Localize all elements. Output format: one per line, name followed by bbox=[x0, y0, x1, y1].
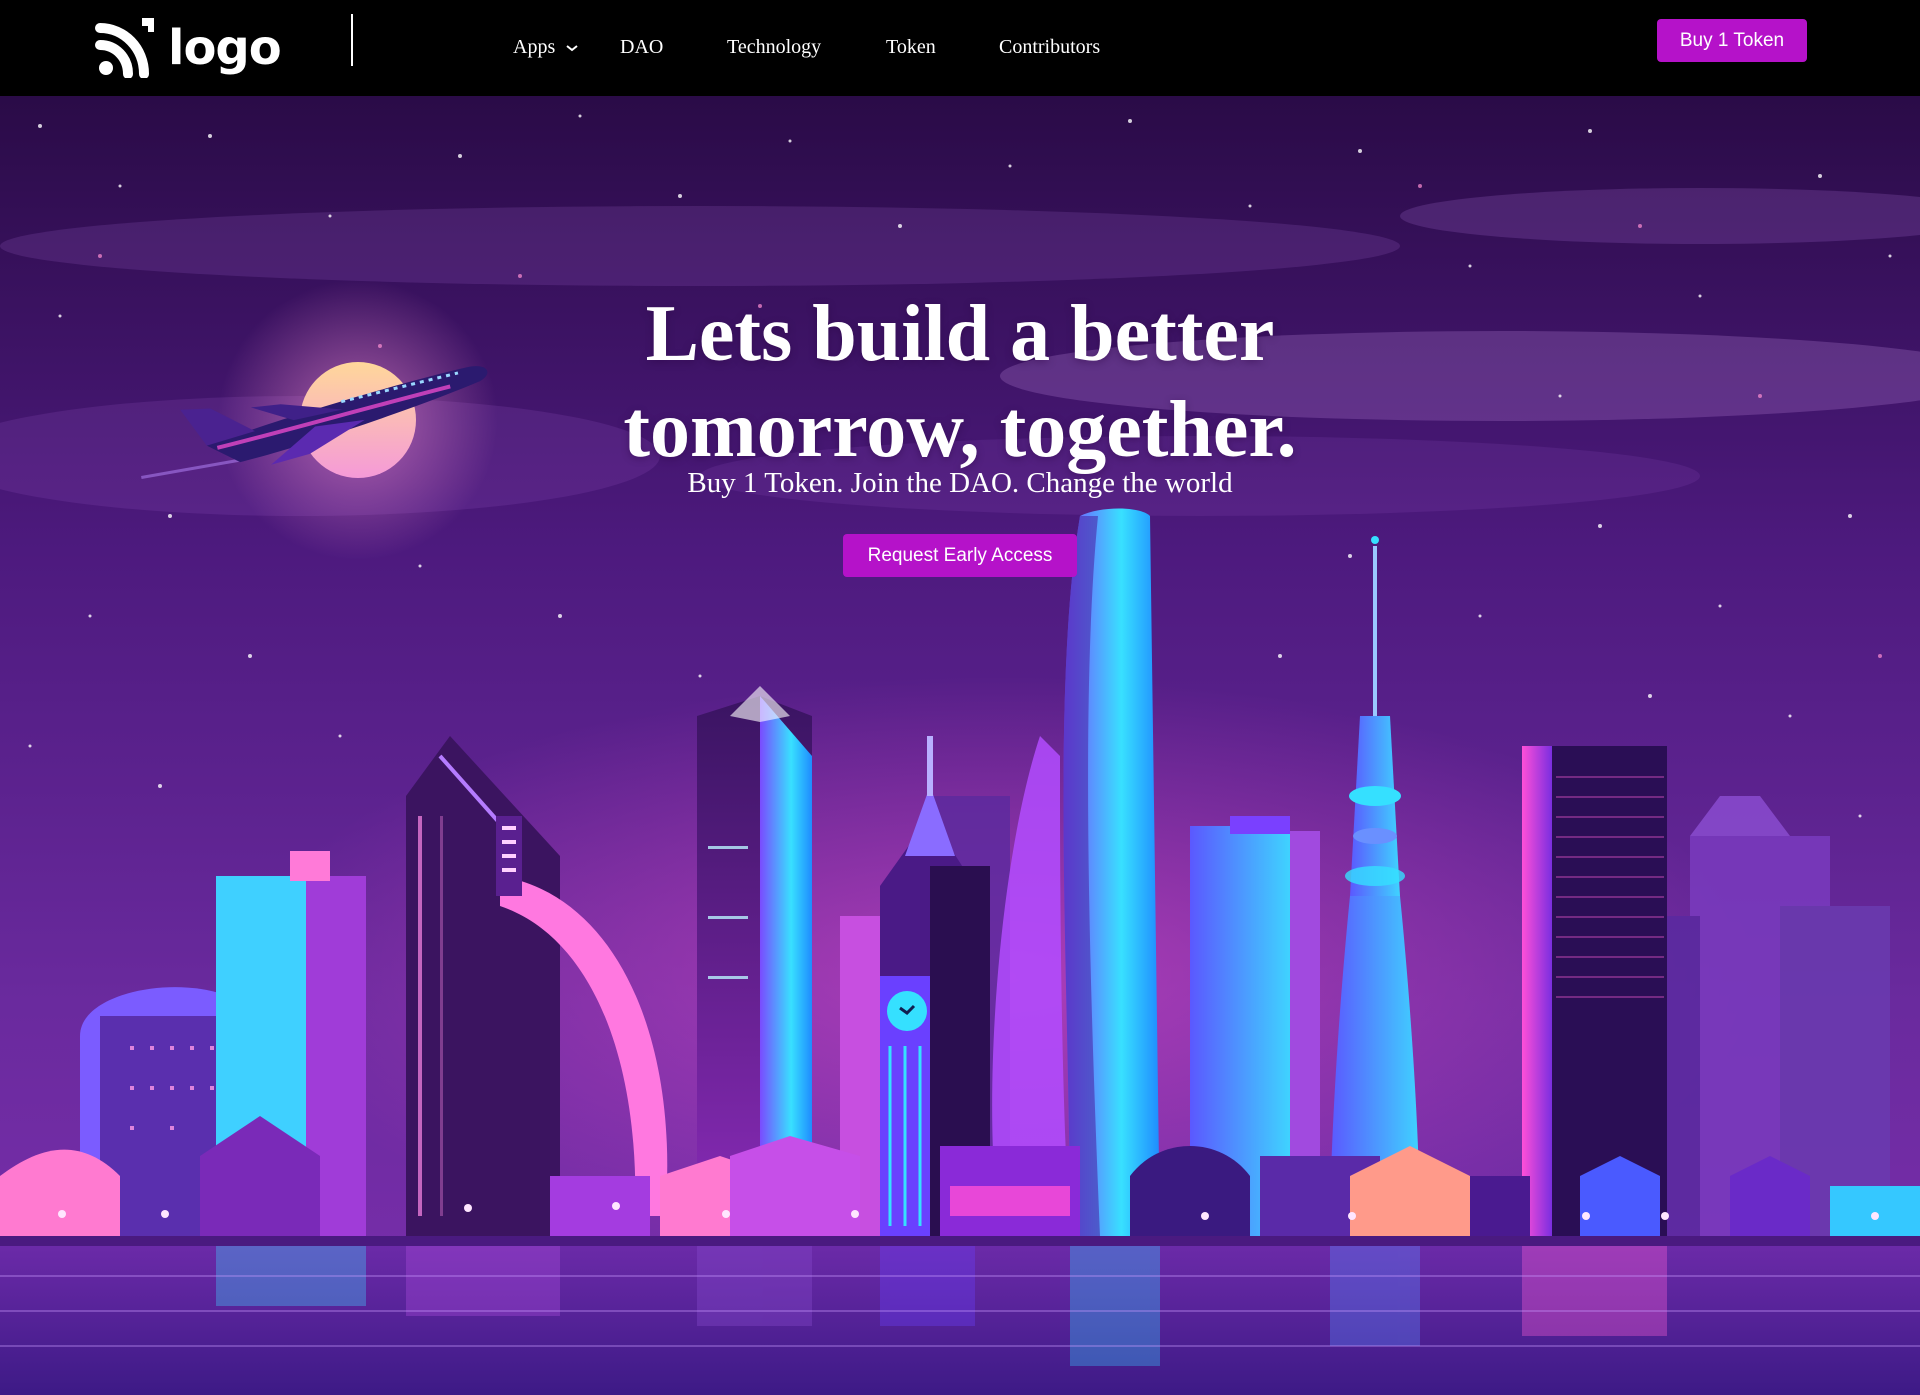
hero-section: Lets build a better tomorrow, together. … bbox=[0, 96, 1920, 1395]
logo-text: logo bbox=[168, 20, 282, 76]
nav-divider bbox=[351, 14, 353, 66]
hero-title: Lets build a better tomorrow, together. bbox=[0, 286, 1920, 478]
nav-item-label: Apps bbox=[513, 36, 556, 58]
nav-item-apps[interactable]: Apps bbox=[513, 35, 578, 59]
hero-title-line-1: Lets build a better bbox=[645, 290, 1275, 378]
request-early-access-button[interactable]: Request Early Access bbox=[843, 534, 1077, 577]
signal-arcs-icon bbox=[95, 18, 154, 78]
brand-logo[interactable]: logo bbox=[94, 18, 282, 78]
nav-item-dao[interactable]: DAO bbox=[620, 35, 663, 59]
nav-item-contributors[interactable]: Contributors bbox=[999, 35, 1100, 59]
top-navbar: logo Apps DAO Technology Token Contribut… bbox=[0, 0, 1920, 96]
hero-title-line-2: tomorrow, together. bbox=[623, 386, 1297, 474]
nav-item-technology[interactable]: Technology bbox=[727, 35, 821, 59]
buy-token-button[interactable]: Buy 1 Token bbox=[1657, 19, 1807, 62]
nav-item-token[interactable]: Token bbox=[886, 35, 936, 59]
chevron-down-icon bbox=[566, 45, 578, 52]
hero-subtitle: Buy 1 Token. Join the DAO. Change the wo… bbox=[687, 467, 1233, 499]
